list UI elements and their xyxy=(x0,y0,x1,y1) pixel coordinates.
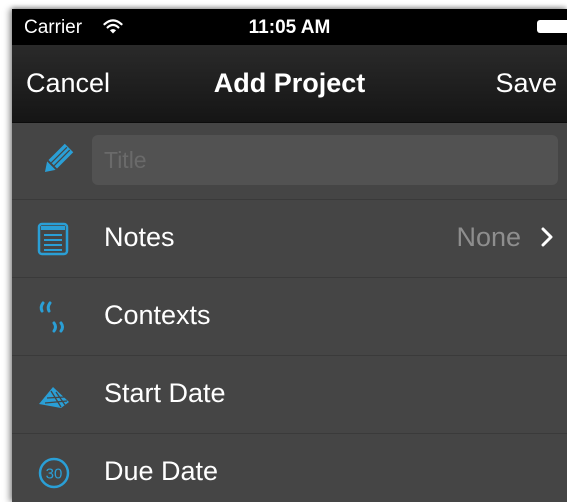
save-button[interactable]: Save xyxy=(495,68,557,99)
battery-icon xyxy=(537,20,567,33)
title-input[interactable] xyxy=(92,135,558,185)
due-date-icon: 30 xyxy=(37,456,71,490)
due-date-icon-text: 30 xyxy=(46,466,63,483)
quote-icon xyxy=(37,300,71,334)
pencil-icon xyxy=(40,143,74,177)
notes-value: None xyxy=(456,222,521,252)
notes-label: Notes xyxy=(104,222,175,252)
due-date-row[interactable]: 30 Due Date xyxy=(12,434,567,502)
notes-icon xyxy=(37,222,71,256)
start-date-icon xyxy=(37,378,71,412)
page-title: Add Project xyxy=(213,68,366,98)
device-screen: Carrier 11:05 AM Cancel Add Project Save xyxy=(12,9,567,502)
status-time: 11:05 AM xyxy=(248,17,331,38)
notes-row[interactable]: Notes None xyxy=(12,200,567,278)
due-date-label: Due Date xyxy=(104,456,219,486)
contexts-row[interactable]: Contexts xyxy=(12,278,567,356)
contexts-label: Contexts xyxy=(104,300,211,330)
chevron-right-icon xyxy=(541,227,553,252)
start-date-label: Start Date xyxy=(104,378,226,408)
start-date-row[interactable]: Start Date xyxy=(12,356,567,434)
title-row xyxy=(12,123,567,200)
navigation-bar: Cancel Add Project Save xyxy=(12,45,567,123)
status-bar: Carrier 11:05 AM xyxy=(12,9,567,45)
